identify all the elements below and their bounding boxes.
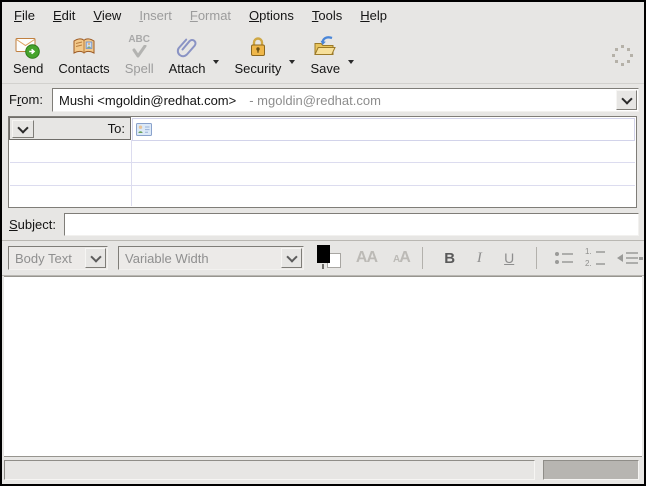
paragraph-style-combo: Body Text	[8, 246, 108, 270]
attach-button[interactable]: Attach	[162, 31, 213, 78]
to-input[interactable]	[132, 118, 635, 141]
font-size-decrease-icon: AA	[356, 250, 377, 266]
menu-edit[interactable]: Edit	[44, 4, 84, 27]
contact-card-icon	[136, 123, 153, 137]
menu-view[interactable]: View	[84, 4, 130, 27]
contacts-label: Contacts	[58, 61, 109, 76]
menu-file[interactable]: File	[5, 4, 44, 27]
menubar: File Edit View Insert Format Options Too…	[2, 2, 644, 28]
chevron-down-icon	[17, 122, 28, 133]
empty-recipient-row	[10, 186, 635, 206]
numbered-list-button: 1. 2.	[585, 248, 605, 268]
activity-throbber-icon	[611, 44, 635, 68]
separator	[422, 247, 423, 269]
format-toolbar: Body Text Variable Width AA AA B I U	[2, 240, 644, 276]
paragraph-style-arrow-button	[85, 248, 106, 268]
italic-button: I	[469, 250, 491, 267]
subject-input[interactable]	[64, 213, 639, 236]
contacts-button[interactable]: Contacts	[51, 31, 116, 78]
unindent-button	[617, 252, 638, 264]
progress-bar	[543, 460, 639, 480]
underline-button: U	[498, 250, 520, 266]
bold-button: B	[439, 250, 461, 267]
from-identity-email: - mgoldin@redhat.com	[249, 93, 381, 108]
recipients-grid: To:	[8, 116, 637, 208]
from-label: From:	[9, 92, 43, 107]
clipped-toolbar-icon	[639, 257, 643, 260]
send-button[interactable]: Send	[6, 31, 50, 78]
font-style-combo: Variable Width	[118, 246, 304, 270]
font-style-value: Variable Width	[125, 251, 209, 266]
spell-button: ABC Spell	[118, 31, 161, 78]
chevron-down-icon	[90, 251, 101, 262]
attach-dropdown-arrow-icon[interactable]	[213, 60, 219, 64]
swatch-tick-icon	[322, 264, 324, 269]
menu-insert: Insert	[130, 4, 181, 27]
menu-format: Format	[181, 4, 240, 27]
security-icon	[245, 33, 271, 60]
from-combo-arrow-button[interactable]	[616, 90, 637, 110]
empty-recipient-row	[10, 140, 635, 163]
security-label: Security	[234, 61, 281, 76]
paragraph-style-value: Body Text	[15, 251, 72, 266]
menu-tools[interactable]: Tools	[303, 4, 351, 27]
subject-label: Subject:	[9, 217, 56, 232]
status-message-area	[4, 460, 535, 480]
toolbar: Send Contacts ABC	[2, 28, 644, 84]
send-icon	[15, 33, 41, 60]
bulleted-list-button	[555, 252, 573, 264]
message-body-input[interactable]	[4, 276, 642, 457]
recipient-row-entry-cell[interactable]	[132, 140, 635, 162]
chevron-down-icon	[286, 251, 297, 262]
security-dropdown-arrow-icon[interactable]	[289, 60, 295, 64]
recipient-row-header-cell	[10, 140, 132, 162]
empty-recipient-row	[10, 163, 635, 186]
security-button[interactable]: Security	[227, 31, 288, 78]
contacts-icon	[71, 33, 97, 60]
spell-icon: ABC	[128, 33, 150, 60]
recipient-row-header-cell	[10, 163, 132, 185]
to-button[interactable]: To:	[9, 117, 131, 140]
from-row: From: Mushi <mgoldin@redhat.com> - mgold…	[2, 86, 644, 114]
arrow-left-icon	[617, 254, 623, 262]
chevron-down-icon	[621, 93, 632, 104]
save-label: Save	[310, 61, 340, 76]
font-size-increase-icon: AA	[393, 250, 410, 266]
recipient-type-dropdown[interactable]	[12, 120, 34, 138]
attach-icon	[174, 33, 200, 60]
recipient-row-entry-cell[interactable]	[132, 186, 635, 206]
save-dropdown-arrow-icon[interactable]	[348, 60, 354, 64]
attach-label: Attach	[169, 61, 206, 76]
to-label: To:	[108, 121, 125, 136]
foreground-color-icon	[317, 245, 330, 263]
recipient-row-header-cell	[10, 186, 132, 206]
menu-options[interactable]: Options	[240, 4, 303, 27]
statusbar	[2, 458, 644, 484]
from-identity-combo[interactable]: Mushi <mgoldin@redhat.com> - mgoldin@red…	[52, 88, 639, 112]
mail-composer-window: File Edit View Insert Format Options Too…	[0, 0, 646, 486]
recipient-row-entry-cell[interactable]	[132, 163, 635, 185]
save-button[interactable]: Save	[303, 31, 347, 78]
save-icon	[312, 33, 338, 60]
spell-label: Spell	[125, 61, 154, 76]
menu-help[interactable]: Help	[351, 4, 396, 27]
font-style-arrow-button	[281, 248, 302, 268]
from-identity-value: Mushi <mgoldin@redhat.com>	[59, 93, 236, 108]
separator	[536, 247, 537, 269]
send-label: Send	[13, 61, 43, 76]
text-color-swatch[interactable]	[316, 245, 340, 271]
subject-row: Subject:	[2, 210, 644, 240]
